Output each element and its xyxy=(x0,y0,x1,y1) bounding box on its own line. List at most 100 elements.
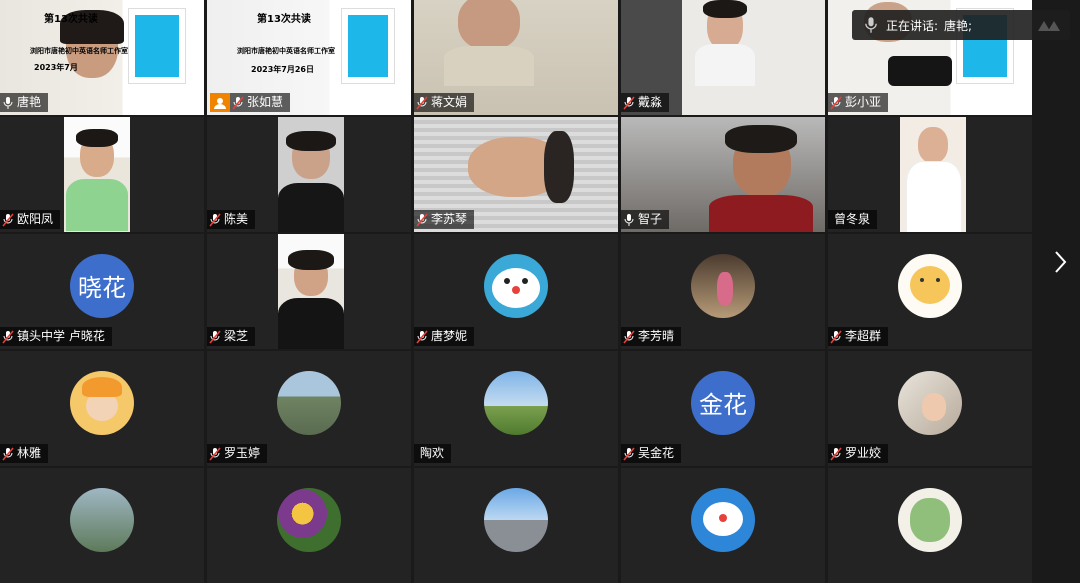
participant-label: 陈美 xyxy=(207,210,256,229)
video-feed xyxy=(64,117,130,232)
participant-tile-taohuan[interactable]: 陶欢 xyxy=(414,351,618,466)
participant-label: 张如慧 xyxy=(230,93,291,112)
participant-tile-lifangqing[interactable]: 李芳晴 xyxy=(621,234,825,349)
participant-tile-lichaoqun[interactable]: 李超群 xyxy=(828,234,1032,349)
chevron-right-icon xyxy=(1055,251,1067,273)
next-page-button[interactable] xyxy=(1048,244,1072,280)
participant-tile[interactable] xyxy=(207,468,411,583)
participant-name: 彭小亚 xyxy=(845,95,882,109)
participant-name: 智子 xyxy=(638,212,663,226)
mic-muted-icon xyxy=(2,212,14,227)
participant-tile-tangyan[interactable]: 第13次共读 浏阳市唐艳初中英语名师工作室 2023年7月 唐艳 xyxy=(0,0,204,115)
participant-label: 李超群 xyxy=(828,327,889,346)
participant-label: 李芳晴 xyxy=(621,327,682,346)
mic-muted-icon xyxy=(830,329,842,344)
participant-name: 罗业姣 xyxy=(845,446,882,460)
collapse-icon[interactable] xyxy=(1036,17,1062,33)
participant-tile-luoyuting[interactable]: 罗玉婷 xyxy=(207,351,411,466)
participant-name: 蒋文娟 xyxy=(431,95,468,109)
participant-name: 张如慧 xyxy=(247,95,284,109)
participant-label: 吴金花 xyxy=(621,444,682,463)
video-feed xyxy=(900,117,966,232)
avatar xyxy=(70,487,134,552)
video-feed xyxy=(278,117,344,232)
participant-tile[interactable] xyxy=(621,468,825,583)
participant-label: 唐梦妮 xyxy=(414,327,475,346)
participant-name: 罗玉婷 xyxy=(224,446,261,460)
participant-label: 戴淼 xyxy=(621,93,670,112)
slide-org: 浏阳市唐艳初中英语名师工作室 xyxy=(237,47,335,55)
mic-muted-icon xyxy=(232,95,244,110)
slide-title: 第13次共读 xyxy=(44,14,98,25)
speaking-label: 正在讲话: xyxy=(886,18,939,33)
participant-tile-liangzhi[interactable]: 梁芝 xyxy=(207,234,411,349)
mic-muted-icon xyxy=(830,95,842,110)
participant-tile-zhangruhui[interactable]: 第13次共读 浏阳市唐艳初中英语名师工作室 2023年7月26日 张如慧 xyxy=(207,0,411,115)
participant-tile-lisuqin[interactable]: 李苏琴 xyxy=(414,117,618,232)
mic-muted-icon xyxy=(2,329,14,344)
slide-org: 浏阳市唐艳初中英语名师工作室 xyxy=(30,47,128,55)
speaking-name: 唐艳; xyxy=(944,18,973,33)
mic-muted-icon xyxy=(623,446,635,461)
slide-date: 2023年7月 xyxy=(34,63,78,72)
participant-tile-daimiao[interactable]: 戴淼 xyxy=(621,0,825,115)
participant-tile-luxiaohua[interactable]: 晓花 镇头中学 卢晓花 xyxy=(0,234,204,349)
avatar xyxy=(898,253,962,318)
avatar: 金花 xyxy=(691,370,755,435)
participant-name: 陈美 xyxy=(224,212,249,226)
mic-muted-icon xyxy=(416,95,428,110)
mic-muted-icon xyxy=(209,329,221,344)
participant-label: 镇头中学 卢晓花 xyxy=(0,327,112,346)
mic-icon xyxy=(624,213,634,226)
participant-tile-zengdongquan[interactable]: 曾冬泉 xyxy=(828,117,1032,232)
participant-label: 罗玉婷 xyxy=(207,444,268,463)
participant-name: 陶欢 xyxy=(420,446,445,460)
participant-tile-tangmengni[interactable]: 唐梦妮 xyxy=(414,234,618,349)
participant-label: 陶欢 xyxy=(414,444,452,463)
video-grid: 第13次共读 浏阳市唐艳初中英语名师工作室 2023年7月 唐艳 第13次共读 … xyxy=(0,0,1032,583)
participant-tile-luoyejiao[interactable]: 罗业姣 xyxy=(828,351,1032,466)
participant-name: 镇头中学 卢晓花 xyxy=(17,329,105,343)
host-badge xyxy=(210,93,230,112)
participant-label: 智子 xyxy=(621,210,670,229)
avatar xyxy=(277,370,341,435)
slide-title: 第13次共读 xyxy=(257,14,311,25)
mic-muted-icon xyxy=(416,329,428,344)
mic-muted-icon xyxy=(416,212,428,227)
participant-tile[interactable] xyxy=(414,468,618,583)
participant-name: 欧阳凤 xyxy=(17,212,54,226)
avatar xyxy=(898,487,962,552)
participant-tile[interactable] xyxy=(828,468,1032,583)
avatar xyxy=(484,253,548,318)
participant-label: 罗业姣 xyxy=(828,444,889,463)
mic-muted-icon xyxy=(2,446,14,461)
participant-name: 吴金花 xyxy=(638,446,675,460)
participant-label: 欧阳凤 xyxy=(0,210,61,229)
participant-label: 彭小亚 xyxy=(828,93,889,112)
participant-name: 唐艳 xyxy=(17,95,42,109)
avatar xyxy=(898,370,962,435)
mic-muted-icon xyxy=(623,329,635,344)
participant-tile-chenmei[interactable]: 陈美 xyxy=(207,117,411,232)
participant-tile-jiangwenjuan[interactable]: 蒋文娟 xyxy=(414,0,618,115)
participant-tile-ouyangfeng[interactable]: 欧阳凤 xyxy=(0,117,204,232)
mic-muted-icon xyxy=(830,446,842,461)
participant-label: 唐艳 xyxy=(0,93,49,112)
avatar xyxy=(484,370,548,435)
participant-label: 李苏琴 xyxy=(414,210,475,229)
participant-tile[interactable] xyxy=(0,468,204,583)
participant-tile-linya[interactable]: 林雅 xyxy=(0,351,204,466)
avatar xyxy=(691,487,755,552)
participant-label: 蒋文娟 xyxy=(414,93,475,112)
participant-name: 李超群 xyxy=(845,329,882,343)
mic-muted-icon xyxy=(623,95,635,110)
mic-icon xyxy=(865,17,877,33)
host-person-icon xyxy=(214,97,226,109)
speaking-indicator: 正在讲话: 唐艳; xyxy=(852,10,1070,40)
mic-icon xyxy=(3,96,13,109)
avatar: 晓花 xyxy=(70,253,134,318)
participant-name: 林雅 xyxy=(17,446,42,460)
participant-tile-wujinhua[interactable]: 金花 吴金花 xyxy=(621,351,825,466)
avatar xyxy=(691,253,755,318)
participant-tile-zhizi[interactable]: 智子 xyxy=(621,117,825,232)
